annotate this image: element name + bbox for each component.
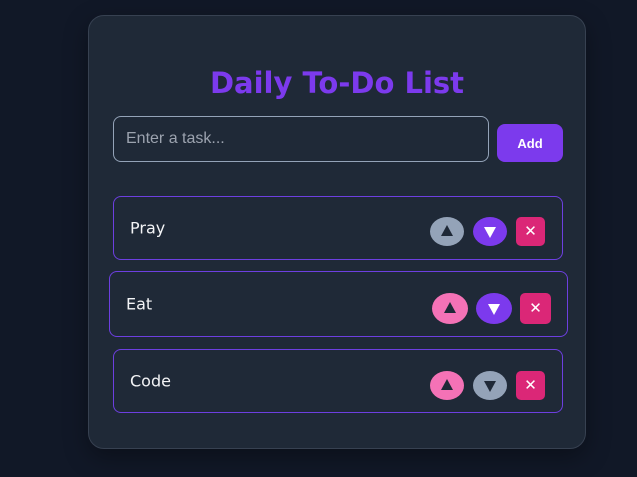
task-label: Pray <box>130 218 166 238</box>
move-down-button[interactable] <box>473 217 507 246</box>
close-icon: ✕ <box>529 299 542 317</box>
task-input[interactable] <box>113 116 489 162</box>
triangle-up-icon <box>444 302 456 313</box>
move-up-button[interactable] <box>432 293 468 324</box>
move-up-button[interactable] <box>430 371 464 400</box>
triangle-down-icon <box>488 304 500 315</box>
page-title: Daily To-Do List <box>209 66 465 100</box>
triangle-up-icon <box>441 379 453 390</box>
task-item-code: Code ✕ <box>113 349 563 413</box>
move-down-button[interactable] <box>476 293 512 324</box>
task-label: Code <box>130 371 171 391</box>
delete-button[interactable]: ✕ <box>516 217 545 246</box>
triangle-up-icon <box>441 225 453 236</box>
delete-button[interactable]: ✕ <box>520 293 551 324</box>
triangle-down-icon <box>484 227 496 238</box>
task-item-pray: Pray ✕ <box>113 196 563 260</box>
add-button[interactable]: Add <box>497 124 563 162</box>
move-up-button[interactable] <box>430 217 464 246</box>
task-label: Eat <box>126 294 153 314</box>
task-item-eat: Eat ✕ <box>109 271 568 337</box>
close-icon: ✕ <box>524 222 537 240</box>
todo-card: Daily To-Do List Add Pray ✕ Eat ✕ Code <box>88 15 586 449</box>
move-down-button[interactable] <box>473 371 507 400</box>
delete-button[interactable]: ✕ <box>516 371 545 400</box>
close-icon: ✕ <box>524 376 537 394</box>
triangle-down-icon <box>484 381 496 392</box>
